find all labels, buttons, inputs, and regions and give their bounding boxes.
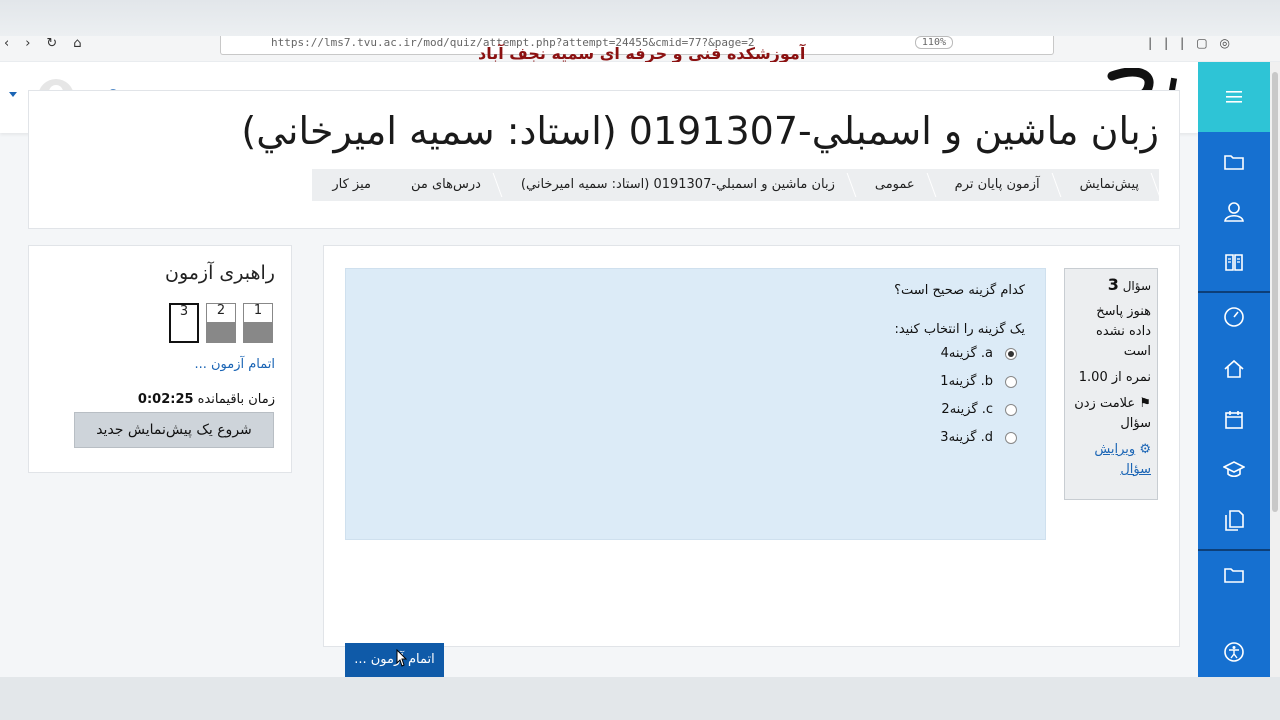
answer-option-a[interactable]: a. گزینه4 xyxy=(941,346,1017,361)
answer-option-d[interactable]: d. گزینه3 xyxy=(940,430,1017,445)
question-region: سؤال 3 هنوز پاسخ داده نشده است نمره از 1… xyxy=(323,245,1180,647)
user-icon xyxy=(1224,202,1244,222)
mouse-cursor-icon xyxy=(396,649,408,667)
graduation-cap-icon xyxy=(1223,461,1245,478)
screen-frame-bottom xyxy=(0,677,1280,720)
question-info: سؤال 3 هنوز پاسخ داده نشده است نمره از 1… xyxy=(1064,268,1158,500)
home-icon xyxy=(1224,359,1244,378)
time-left: زمان باقیمانده 0:02:25 xyxy=(138,392,275,407)
radio-button-d[interactable] xyxy=(1005,431,1017,444)
question-status-fill xyxy=(244,322,272,342)
watermark-text: آموزشکده فنی و حرفه ای سمیه نجف آباد xyxy=(478,44,806,63)
quiz-nav-question-1[interactable]: 1 xyxy=(243,303,273,343)
breadcrumb-item[interactable]: آزمون پایان ترم xyxy=(935,169,1060,201)
page-header: زبان ماشين و اسمبلي-0191307 (استاد: سميه… xyxy=(28,90,1180,229)
flag-question[interactable]: ⚑ علامت زدن سؤال xyxy=(1071,394,1151,434)
moodle-page: زبان ماشين و اسمبلي-0191307 (استاد: سميه… xyxy=(0,62,1198,677)
breadcrumb: ميز کار درس‌های من زبان ماشين و اسمبلي-0… xyxy=(312,169,1159,201)
question-grade: نمره از 1.00 xyxy=(1078,370,1151,385)
book-icon xyxy=(1225,254,1243,271)
question-number: 3 xyxy=(1107,275,1119,294)
documents-icon xyxy=(1225,510,1244,531)
folder-icon xyxy=(1224,568,1244,583)
folder-icon xyxy=(1224,155,1244,170)
answer-option-c[interactable]: c. گزینه2 xyxy=(941,402,1017,417)
option-label: گزینه4 xyxy=(940,346,977,361)
sidebar-divider xyxy=(1198,549,1270,551)
scrollbar-thumb[interactable] xyxy=(1272,72,1278,512)
course-title: زبان ماشين و اسمبلي-0191307 (استاد: سميه… xyxy=(241,109,1159,153)
question-state: هنوز پاسخ داده نشده است xyxy=(1096,304,1151,359)
breadcrumb-item[interactable]: درس‌های من xyxy=(391,169,501,201)
question-text: کدام گزینه صحیح است؟ xyxy=(894,283,1025,298)
sidebar-divider xyxy=(1198,291,1270,293)
sidebar-item-participants[interactable] xyxy=(1198,192,1270,232)
option-label: گزینه1 xyxy=(940,374,977,389)
start-new-preview-button[interactable]: شروع یک پیش‌نمایش جدید xyxy=(74,412,274,448)
browser-nav-buttons[interactable]: ‹›↻⌂ xyxy=(4,36,98,51)
answer-option-b[interactable]: b. گزینه1 xyxy=(940,374,1017,389)
sidebar-item-calendar[interactable] xyxy=(1198,399,1270,439)
option-letter: b. xyxy=(980,374,993,389)
breadcrumb-item[interactable]: عمومی xyxy=(855,169,935,201)
option-letter: d. xyxy=(980,430,993,445)
question-number: 3 xyxy=(179,304,189,319)
question-number-label: سؤال 3 xyxy=(1071,275,1151,296)
page-scrollbar[interactable] xyxy=(1270,62,1280,677)
side-drawer xyxy=(1198,62,1270,677)
browser-extension-icons[interactable]: |||▢◎ xyxy=(1148,36,1242,50)
sidebar-item-grades[interactable] xyxy=(1198,242,1270,282)
question-number: 1 xyxy=(253,303,263,318)
breadcrumb-item[interactable]: زبان ماشين و اسمبلي-0191307 (استاد: سميه… xyxy=(501,169,855,201)
radio-button-c[interactable] xyxy=(1005,403,1017,416)
quiz-navigation-block: راهبری آزمون 3 2 1 اتمام آزمون ... زمان … xyxy=(28,245,292,473)
radio-button-b[interactable] xyxy=(1005,375,1017,388)
breadcrumb-item[interactable]: پیش‌نمایش xyxy=(1060,169,1159,201)
calendar-icon xyxy=(1225,411,1243,429)
edit-question-link[interactable]: ⚙ ویرایش سؤال xyxy=(1071,440,1151,480)
answer-prompt: یک گزینه را انتخاب کنید: xyxy=(894,322,1025,337)
zoom-level[interactable]: 110% xyxy=(914,36,953,49)
breadcrumb-item[interactable]: ميز کار xyxy=(312,169,391,201)
time-left-value: 0:02:25 xyxy=(137,392,194,407)
question-number: 2 xyxy=(216,303,226,318)
hamburger-icon xyxy=(1226,91,1242,103)
radio-button-a[interactable] xyxy=(1005,347,1017,360)
time-left-label: زمان باقیمانده xyxy=(197,392,275,407)
finish-attempt-link[interactable]: اتمام آزمون ... xyxy=(194,357,275,372)
option-label: گزینه3 xyxy=(940,430,977,445)
question-label: سؤال xyxy=(1122,279,1151,293)
dashboard-gauge-icon xyxy=(1224,307,1244,327)
sidebar-item-files[interactable] xyxy=(1198,142,1270,182)
quiz-navigation-title: راهبری آزمون xyxy=(164,262,275,284)
question-content: کدام گزینه صحیح است؟ یک گزینه را انتخاب … xyxy=(345,268,1046,540)
flag-icon: ⚑ xyxy=(1139,396,1151,411)
finish-attempt-button[interactable]: اتمام آزمون ... xyxy=(345,643,444,677)
menu-toggle-button[interactable] xyxy=(1198,62,1270,132)
option-label: گزینه2 xyxy=(941,402,978,417)
sidebar-item-home[interactable] xyxy=(1198,349,1270,389)
option-letter: c. xyxy=(981,402,993,417)
sidebar-item-my-courses[interactable] xyxy=(1198,450,1270,490)
user-menu-caret-icon[interactable] xyxy=(9,92,17,97)
sidebar-item-folder[interactable] xyxy=(1198,555,1270,595)
quiz-nav-question-2[interactable]: 2 xyxy=(206,303,236,343)
option-letter: a. xyxy=(980,346,993,361)
quiz-nav-question-3[interactable]: 3 xyxy=(169,303,199,343)
sidebar-item-dashboard[interactable] xyxy=(1198,297,1270,337)
sidebar-item-private-files[interactable] xyxy=(1198,500,1270,540)
question-status-fill xyxy=(207,322,235,342)
sidebar-item-accessibility[interactable] xyxy=(1198,632,1270,672)
gear-icon: ⚙ xyxy=(1139,442,1151,457)
accessibility-icon xyxy=(1224,642,1244,662)
